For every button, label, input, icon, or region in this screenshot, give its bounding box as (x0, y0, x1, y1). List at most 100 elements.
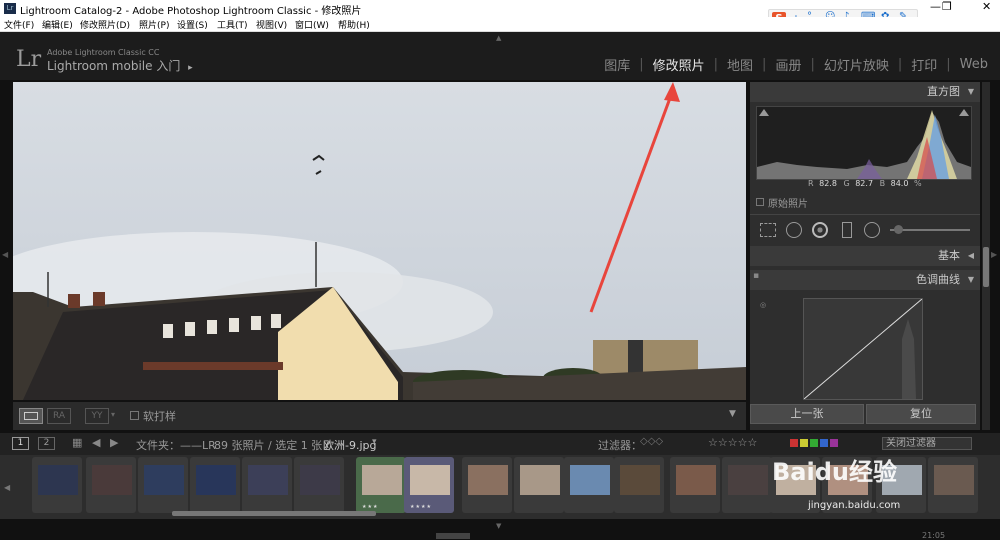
reset-button[interactable]: 复位 (866, 404, 976, 424)
previous-button[interactable]: 上一张 (750, 404, 864, 424)
menu-settings[interactable]: 设置(S) (177, 18, 208, 31)
primary-window-button[interactable]: 1 (12, 437, 29, 450)
filmstrip-thumbnail[interactable] (614, 457, 664, 513)
filmstrip-thumbnail[interactable] (138, 457, 188, 513)
before-after-tb-button[interactable]: YY (85, 408, 109, 424)
menu-bar: 文件(F) 编辑(E) 修改照片(D) 照片(P) 设置(S) 工具(T) 视图… (0, 17, 1000, 32)
module-slideshow[interactable]: 幻灯片放映 (815, 55, 898, 74)
menu-file[interactable]: 文件(F) (4, 18, 34, 31)
secondary-window-button[interactable]: 2 (38, 437, 55, 450)
readout-b: 84.0 (890, 179, 909, 188)
filmstrip-thumbnail[interactable]: ★★★ (356, 457, 406, 513)
right-panel-toggle-icon[interactable]: ▶ (991, 250, 997, 259)
close-button[interactable]: ✕ (982, 0, 991, 13)
current-file[interactable]: 欧洲-9.jpg (323, 437, 377, 453)
thumbnail-image (410, 465, 450, 495)
grid-view-icon[interactable]: ▦ (72, 436, 82, 449)
menu-view[interactable]: 视图(V) (256, 18, 287, 31)
red-eye-tool-icon[interactable] (812, 222, 828, 238)
menu-help[interactable]: 帮助(H) (338, 18, 370, 31)
flag-filter-icon[interactable]: ◇◇◇ (640, 436, 663, 447)
menu-photo[interactable]: 照片(P) (139, 18, 169, 31)
graduated-filter-icon[interactable] (842, 222, 852, 238)
module-web[interactable]: Web (951, 57, 988, 72)
tone-curve-graph[interactable] (803, 298, 923, 400)
restore-button[interactable]: ❐ (942, 0, 952, 13)
filmstrip-thumbnail[interactable] (462, 457, 512, 513)
menu-tools[interactable]: 工具(T) (217, 18, 248, 31)
filmstrip-thumbnail[interactable] (928, 457, 978, 513)
back-arrow-icon[interactable]: ◀ (92, 436, 100, 449)
targeted-adjustment-icon[interactable]: ◎ (760, 301, 766, 309)
color-filter-purple[interactable] (830, 439, 838, 447)
photo-preview[interactable] (13, 82, 746, 400)
thumbnail-image (728, 465, 768, 495)
toolbar-menu-icon[interactable]: ▼ (729, 409, 736, 419)
filter-dropdown[interactable]: 关闭过滤器 (882, 437, 972, 450)
highlight-clipping-icon[interactable] (959, 109, 969, 116)
forward-arrow-icon[interactable]: ▶ (110, 436, 118, 449)
tone-curve-header[interactable]: ▪ 色调曲线 ▼ (750, 270, 980, 290)
readout-r-label: R (808, 179, 814, 188)
spot-removal-tool-icon[interactable] (786, 222, 802, 238)
bottom-bar: ▼ 21:05 (0, 519, 1000, 540)
collapse-top-icon[interactable]: ▲ (496, 34, 501, 42)
filmstrip-thumbnail[interactable] (190, 457, 240, 513)
color-filter-green[interactable] (810, 439, 818, 447)
identity-line2[interactable]: Lightroom mobile 入门 ▸ (47, 57, 193, 74)
filmstrip-thumbnail[interactable] (32, 457, 82, 513)
menu-window[interactable]: 窗口(W) (295, 18, 329, 31)
window-title: Lightroom Catalog-2 - Adobe Photoshop Li… (20, 6, 362, 17)
source-label[interactable]: 文件夹：——LR (136, 437, 216, 453)
file-dropdown-icon[interactable]: ▾ (372, 437, 377, 447)
module-book[interactable]: 画册 (766, 55, 810, 74)
module-print[interactable]: 打印 (902, 55, 946, 74)
menu-edit[interactable]: 编辑(E) (42, 18, 73, 31)
collapse-bottom-icon[interactable]: ▼ (496, 522, 501, 530)
before-after-lr-button[interactable]: RA (47, 408, 71, 424)
filmstrip-scrollbar[interactable] (172, 511, 376, 516)
tone-curve-switch-icon[interactable]: ▪ (753, 266, 759, 286)
basic-title: 基本 (938, 249, 960, 262)
crop-tool-icon[interactable] (760, 223, 776, 237)
histogram-svg (757, 110, 971, 179)
radial-filter-icon[interactable] (864, 222, 880, 238)
soft-proof-checkbox[interactable] (130, 411, 139, 420)
filmstrip-thumbnail[interactable] (86, 457, 136, 513)
color-filter-red[interactable] (790, 439, 798, 447)
module-develop[interactable]: 修改照片 (644, 55, 714, 74)
before-after-dropdown-icon[interactable]: ▾ (111, 410, 115, 419)
color-filter-yellow[interactable] (800, 439, 808, 447)
filmstrip-thumbnail[interactable] (294, 457, 344, 513)
filmstrip-thumbnail[interactable] (564, 457, 614, 513)
thumbnail-image (362, 465, 402, 495)
histogram-readout: R 82.8 G 82.7 B 84.0 % (808, 179, 922, 188)
filmstrip-thumbnail[interactable] (670, 457, 720, 513)
filmstrip-thumbnail[interactable] (514, 457, 564, 513)
module-map[interactable]: 地图 (718, 55, 762, 74)
histogram-graph[interactable] (756, 106, 972, 180)
left-panel-toggle-icon[interactable]: ◀ (2, 250, 8, 259)
loupe-view-button[interactable] (19, 408, 43, 424)
basic-header[interactable]: 基本 ◀ (750, 246, 980, 266)
filmstrip-thumbnail[interactable] (242, 457, 292, 513)
scrollbar-thumb[interactable] (983, 247, 989, 287)
original-photo-checkbox[interactable] (756, 198, 764, 206)
module-library[interactable]: 图库 (595, 55, 639, 74)
menu-develop[interactable]: 修改照片(D) (80, 18, 130, 31)
baidu-url: jingyan.baidu.com (808, 500, 901, 511)
minimize-button[interactable]: — (930, 0, 941, 13)
histogram-header[interactable]: 直方图 ▼ (750, 82, 980, 102)
rating-filter[interactable]: ☆☆☆☆☆ (708, 436, 757, 449)
filmstrip-left-icon[interactable]: ◀ (4, 483, 10, 492)
filmstrip-thumbnail[interactable] (722, 457, 772, 513)
identity-line1: Adobe Lightroom Classic CC (47, 48, 160, 57)
thumbnail-rating: ★★★★ (410, 504, 432, 510)
color-filter-blue[interactable] (820, 439, 828, 447)
thumbnail-image (934, 465, 974, 495)
shadow-clipping-icon[interactable] (759, 109, 769, 116)
right-panel-scrollbar[interactable] (982, 82, 990, 430)
adjustment-brush-icon[interactable] (894, 225, 903, 234)
original-photo-label: 原始照片 (768, 199, 808, 210)
filmstrip-thumbnail[interactable]: ★★★★ (404, 457, 454, 513)
